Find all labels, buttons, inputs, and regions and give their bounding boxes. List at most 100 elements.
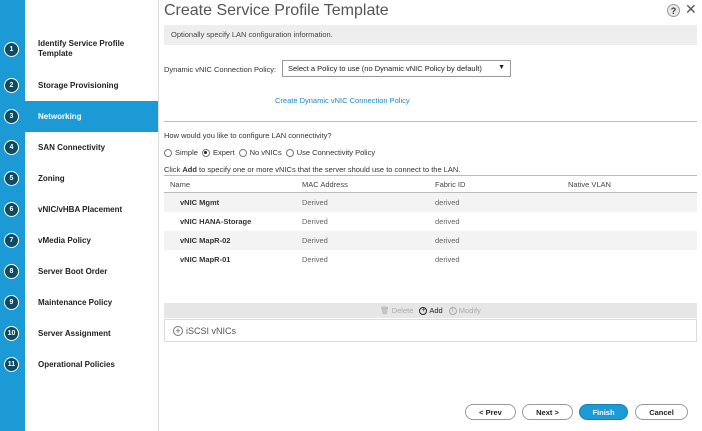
step-item-6[interactable]: 6 vNIC/vHBA Placement: [0, 194, 158, 225]
table-action-bar: 🗑 Delete + Add i Modify: [164, 303, 697, 318]
vnic-name: vNIC MapR-01: [180, 255, 231, 264]
radio-button[interactable]: [238, 148, 247, 157]
step-label: Server Assignment: [38, 328, 111, 338]
radio-button[interactable]: [164, 148, 172, 157]
step-item-10[interactable]: 10 Server Assignment: [0, 318, 158, 349]
radio-expert[interactable]: Expert: [201, 148, 235, 157]
hint-text: Click: [164, 165, 183, 174]
step-item-3[interactable]: 3 Networking: [0, 101, 158, 132]
column-header-vlan[interactable]: Native VLAN: [568, 180, 611, 189]
vnic-name: vNIC Mgmt: [180, 198, 220, 207]
hint-bold: Add: [182, 165, 197, 174]
vnic-fabric: derived: [435, 236, 460, 245]
step-item-5[interactable]: 5 Zoning: [0, 163, 158, 194]
close-icon[interactable]: ✕: [685, 1, 697, 18]
step-item-2[interactable]: 2 Storage Provisioning: [0, 70, 158, 101]
step-number: 4: [4, 140, 19, 155]
step-number: 10: [4, 326, 19, 341]
delete-button[interactable]: 🗑 Delete: [380, 306, 413, 315]
table-row[interactable]: vNIC Mgmt Derived derived: [164, 193, 697, 212]
step-number: 9: [4, 295, 19, 310]
lan-mode-radio-group: Simple Expert No vNICs Use Connectivity …: [164, 148, 379, 157]
vnic-mac: Derived: [302, 236, 328, 245]
dialog-title: Create Service Profile Template: [164, 2, 389, 19]
modify-label: Modify: [458, 306, 481, 315]
step-label: Storage Provisioning: [38, 80, 119, 90]
step-list: 1 Identify Service Profile Template 2 St…: [0, 28, 158, 380]
step-item-9[interactable]: 9 Maintenance Policy: [0, 287, 158, 318]
radio-label: No vNICs: [249, 148, 282, 157]
step-item-7[interactable]: 7 vMedia Policy: [0, 225, 158, 256]
cancel-button[interactable]: Cancel: [635, 404, 688, 420]
column-header-name[interactable]: Name: [170, 180, 190, 189]
info-icon: i: [448, 306, 457, 315]
radio-label: Expert: [212, 148, 235, 157]
step-number: 6: [4, 202, 19, 217]
modify-button[interactable]: i Modify: [448, 306, 481, 315]
step-number: 3: [4, 109, 19, 124]
step-item-4[interactable]: 4 SAN Connectivity: [0, 132, 158, 163]
add-label: Add: [429, 306, 443, 315]
vnic-name: vNIC MapR-02: [180, 236, 231, 245]
step-number: 7: [4, 233, 19, 248]
step-label: Operational Policies: [38, 359, 115, 369]
table-row[interactable]: vNIC MapR-01 Derived derived: [164, 250, 697, 269]
vnic-fabric: derived: [435, 255, 460, 264]
radio-label: Simple: [175, 148, 198, 157]
iscsi-vnics-section[interactable]: + iSCSI vNICs: [164, 319, 697, 342]
radio-button[interactable]: [285, 148, 294, 157]
step-label: Zoning: [38, 173, 65, 183]
finish-button[interactable]: Finish: [579, 404, 628, 420]
step-item-8[interactable]: 8 Server Boot Order: [0, 256, 158, 287]
vnic-name: vNIC HANA-Storage: [180, 217, 252, 226]
radio-simple[interactable]: Simple: [164, 148, 198, 157]
column-header-mac[interactable]: MAC Address: [302, 180, 348, 189]
table-row[interactable]: vNIC HANA-Storage Derived derived: [164, 212, 697, 231]
radio-no-vnics[interactable]: No vNICs: [238, 148, 282, 157]
step-label: SAN Connectivity: [38, 142, 106, 152]
vnic-fabric: derived: [435, 198, 460, 207]
hint-text: to specify one or more vNICs that the se…: [196, 165, 461, 174]
column-header-fabric[interactable]: Fabric ID: [435, 180, 465, 189]
prev-button[interactable]: < Prev: [465, 404, 516, 420]
table-header: Name MAC Address Fabric ID Native VLAN: [164, 175, 697, 193]
expand-plus-icon[interactable]: +: [173, 325, 183, 336]
radio-label: Use Connectivity Policy: [296, 148, 376, 157]
radio-use-connectivity-policy[interactable]: Use Connectivity Policy: [285, 148, 376, 157]
vnic-mac: Derived: [302, 217, 328, 226]
step-number: 1: [4, 41, 19, 57]
table-row[interactable]: vNIC MapR-02 Derived derived: [164, 231, 697, 250]
step-label: Maintenance Policy: [38, 297, 113, 307]
add-button[interactable]: + Add: [419, 306, 443, 315]
vnic-table: Name MAC Address Fabric ID Native VLAN v…: [164, 175, 697, 269]
select-value: Select a Policy to use (no Dynamic vNIC …: [288, 64, 482, 73]
plus-icon: +: [419, 306, 428, 315]
step-label: Networking: [38, 111, 82, 121]
help-icon[interactable]: ?: [667, 4, 680, 17]
create-dynamic-vnic-policy-link[interactable]: Create Dynamic vNIC Connection Policy: [275, 96, 410, 105]
step-number: 5: [4, 171, 19, 186]
step-label: Identify Service Profile Template: [38, 39, 125, 58]
dynamic-vnic-label: Dynamic vNIC Connection Policy:: [164, 65, 277, 74]
iscsi-label: iSCSI vNICs: [186, 325, 237, 336]
radio-button[interactable]: [201, 148, 210, 157]
delete-label: Delete: [391, 306, 414, 315]
vnic-fabric: derived: [435, 217, 460, 226]
lan-question: How would you like to configure LAN conn…: [164, 131, 332, 140]
step-number: 8: [4, 264, 19, 279]
vnic-mac: Derived: [302, 255, 328, 264]
step-label: vNIC/vHBA Placement: [38, 204, 123, 214]
step-number: 11: [4, 357, 19, 372]
trash-icon: 🗑: [380, 306, 390, 315]
next-button[interactable]: Next >: [522, 404, 573, 420]
step-item-1[interactable]: 1 Identify Service Profile Template: [0, 28, 158, 70]
dynamic-vnic-policy-select[interactable]: Select a Policy to use (no Dynamic vNIC …: [282, 60, 511, 77]
step-label: vMedia Policy: [38, 235, 91, 245]
add-hint: Click Add to specify one or more vNICs t…: [164, 165, 460, 174]
section-divider: [164, 121, 697, 122]
step-label: Server Boot Order: [38, 266, 108, 276]
info-bar: Optionally specify LAN configuration inf…: [164, 25, 697, 45]
sidebar-divider: [158, 0, 159, 431]
step-item-11[interactable]: 11 Operational Policies: [0, 349, 158, 380]
step-number: 2: [4, 78, 19, 93]
